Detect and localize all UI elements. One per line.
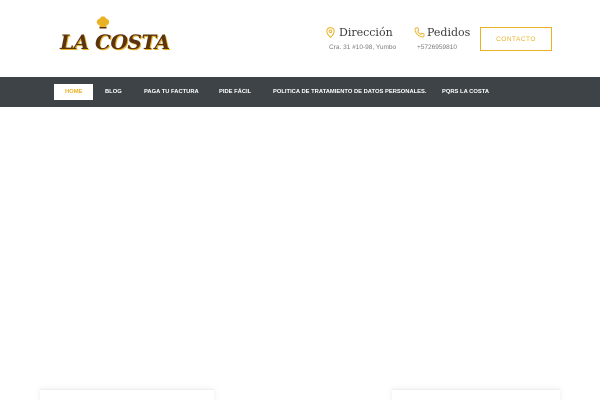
chef-hat-icon	[96, 16, 110, 29]
address-value: Cra. 31 #10-98, Yumbo	[329, 44, 397, 51]
la-costa-logo[interactable]: LA COSTA	[60, 16, 170, 56]
main-content	[0, 107, 600, 400]
main-navigation: HOME BLOG PAGA TU FACTURA PIDE FÁCIL POL…	[0, 77, 600, 107]
contact-button[interactable]: CONTACTO	[480, 27, 552, 51]
content-card-right	[392, 389, 560, 400]
nav-item-blog[interactable]: BLOG	[105, 84, 122, 100]
content-card-left	[40, 389, 214, 400]
nav-item-paga-tu-factura[interactable]: PAGA TU FACTURA	[144, 84, 199, 100]
nav-item-politica-datos[interactable]: POLITICA DE TRATAMIENTO DE DATOS PERSONA…	[273, 84, 427, 100]
phone-icon	[414, 27, 425, 38]
logo-text: LA COSTA	[60, 30, 170, 54]
orders-title: Pedidos	[427, 26, 471, 39]
location-pin-icon	[326, 27, 335, 38]
site-header: LA COSTA Dirección Cra. 31 #10-98, Yumbo…	[0, 0, 600, 77]
nav-item-pqrs[interactable]: PQRS LA COSTA	[442, 84, 489, 100]
nav-item-pide-facil[interactable]: PIDE FÁCIL	[219, 84, 251, 100]
orders-phone[interactable]: +5726959810	[417, 44, 457, 51]
nav-item-home[interactable]: HOME	[54, 84, 94, 100]
address-title: Dirección	[339, 26, 393, 39]
